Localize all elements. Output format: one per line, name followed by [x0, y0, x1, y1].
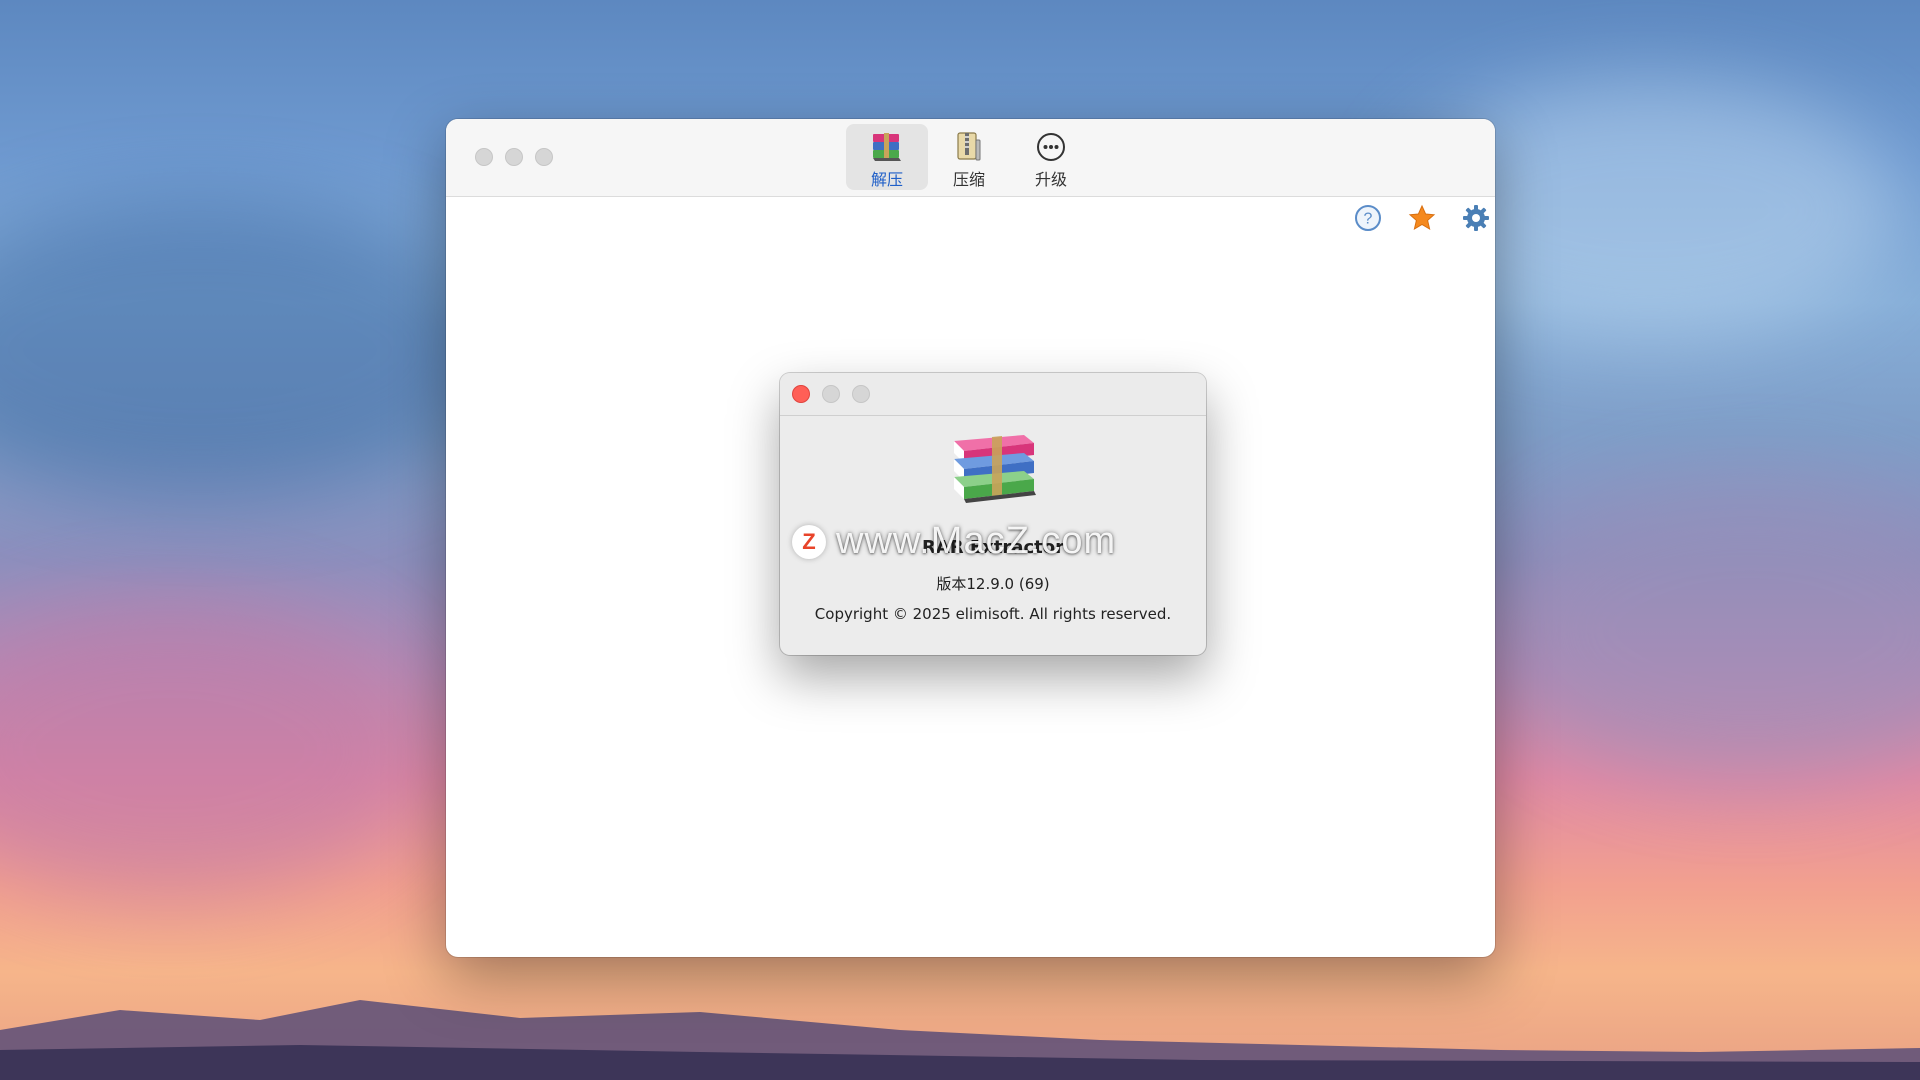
about-window-controls: [792, 385, 870, 403]
about-minimize-button[interactable]: [822, 385, 840, 403]
tab-upgrade[interactable]: 升级: [1010, 124, 1092, 190]
tab-upgrade-label: 升级: [1034, 170, 1067, 189]
help-icon[interactable]: ?: [1353, 203, 1383, 233]
gear-icon[interactable]: [1461, 203, 1491, 233]
about-close-button[interactable]: [792, 385, 810, 403]
rar-books-icon: [869, 130, 905, 164]
zip-archive-icon: [951, 130, 987, 164]
svg-text:?: ?: [1364, 211, 1373, 228]
about-titlebar: [780, 373, 1206, 416]
tab-extract-label: 解压: [870, 170, 903, 189]
more-circle-icon: [1033, 130, 1069, 164]
cloud: [0, 200, 500, 500]
cloud: [1500, 480, 1920, 780]
star-icon[interactable]: [1407, 203, 1437, 233]
tab-compress[interactable]: 压缩: [928, 124, 1010, 190]
toolbar-tabs: 解压 压缩 升级: [846, 124, 1092, 190]
about-zoom-button[interactable]: [852, 385, 870, 403]
toolbar: 解压 压缩 升级: [446, 119, 1495, 197]
cloud: [0, 600, 420, 900]
app-name: RAR Extractor: [922, 537, 1064, 558]
minimize-button[interactable]: [505, 148, 523, 166]
tab-extract[interactable]: 解压: [846, 124, 928, 190]
tab-compress-label: 压缩: [952, 170, 985, 189]
app-version: 版本12.9.0 (69): [936, 575, 1050, 593]
close-button[interactable]: [475, 148, 493, 166]
app-copyright: Copyright © 2025 elimisoft. All rights r…: [814, 605, 1172, 623]
desktop-background: 解压 压缩 升级 ? RAR Extractor 版本12.9.0 (69) C…: [0, 0, 1920, 1080]
app-logo-icon: [954, 435, 1036, 503]
mountains: [0, 1000, 1920, 1080]
window-controls: [475, 148, 553, 166]
zoom-button[interactable]: [535, 148, 553, 166]
about-dialog: RAR Extractor 版本12.9.0 (69) Copyright © …: [780, 373, 1206, 655]
top-right-icons: ?: [1353, 203, 1491, 233]
